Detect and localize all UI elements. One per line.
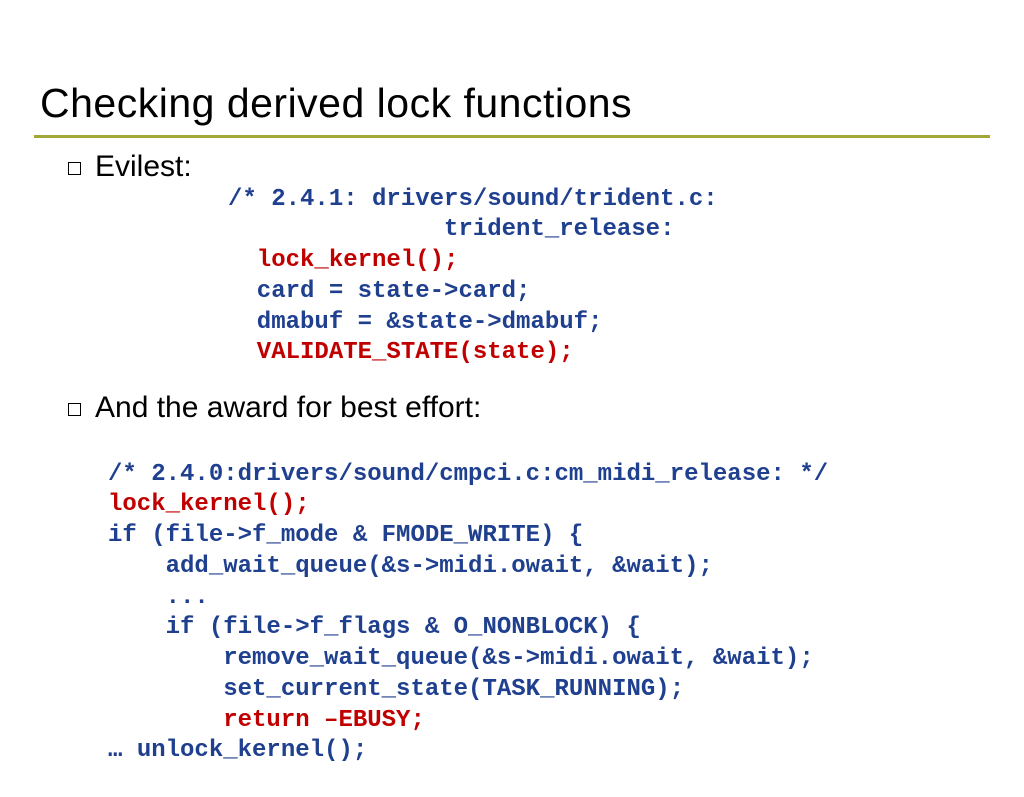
code-line: ... [108,584,209,611]
code-block-cmpci: /* 2.4.0:drivers/sound/cmpci.c:cm_midi_r… [108,429,984,767]
code-line: lock_kernel(); [108,491,310,518]
code-line: card = state->card; [228,278,530,305]
code-line: trident_release: [228,216,674,243]
code-line: VALIDATE_STATE(state); [228,339,574,366]
slide-title: Checking derived lock functions [40,80,984,127]
bullet-label: Evilest: [95,150,192,184]
code-line: /* 2.4.1: drivers/sound/trident.c: [228,186,718,213]
code-line: … unlock_kernel(); [108,737,367,764]
title-underline [34,135,990,138]
code-line: dmabuf = &state->dmabuf; [228,309,602,336]
code-block-trident: /* 2.4.1: drivers/sound/trident.c: tride… [228,154,984,369]
code-line: set_current_state(TASK_RUNNING); [108,676,684,703]
bullet-best-effort: And the award for best effort: [68,391,984,425]
square-bullet-icon [68,403,81,416]
code-line: /* 2.4.0:drivers/sound/cmpci.c:cm_midi_r… [108,461,828,488]
code-line: remove_wait_queue(&s->midi.owait, &wait)… [108,645,814,672]
bullet-label: And the award for best effort: [95,391,481,425]
code-line: lock_kernel(); [228,247,458,274]
code-line: if (file->f_mode & FMODE_WRITE) { [108,522,583,549]
code-line: add_wait_queue(&s->midi.owait, &wait); [108,553,713,580]
code-line: if (file->f_flags & O_NONBLOCK) { [108,614,641,641]
square-bullet-icon [68,162,81,175]
code-line: return –EBUSY; [108,707,425,734]
slide: Checking derived lock functions Evilest:… [0,0,1024,797]
